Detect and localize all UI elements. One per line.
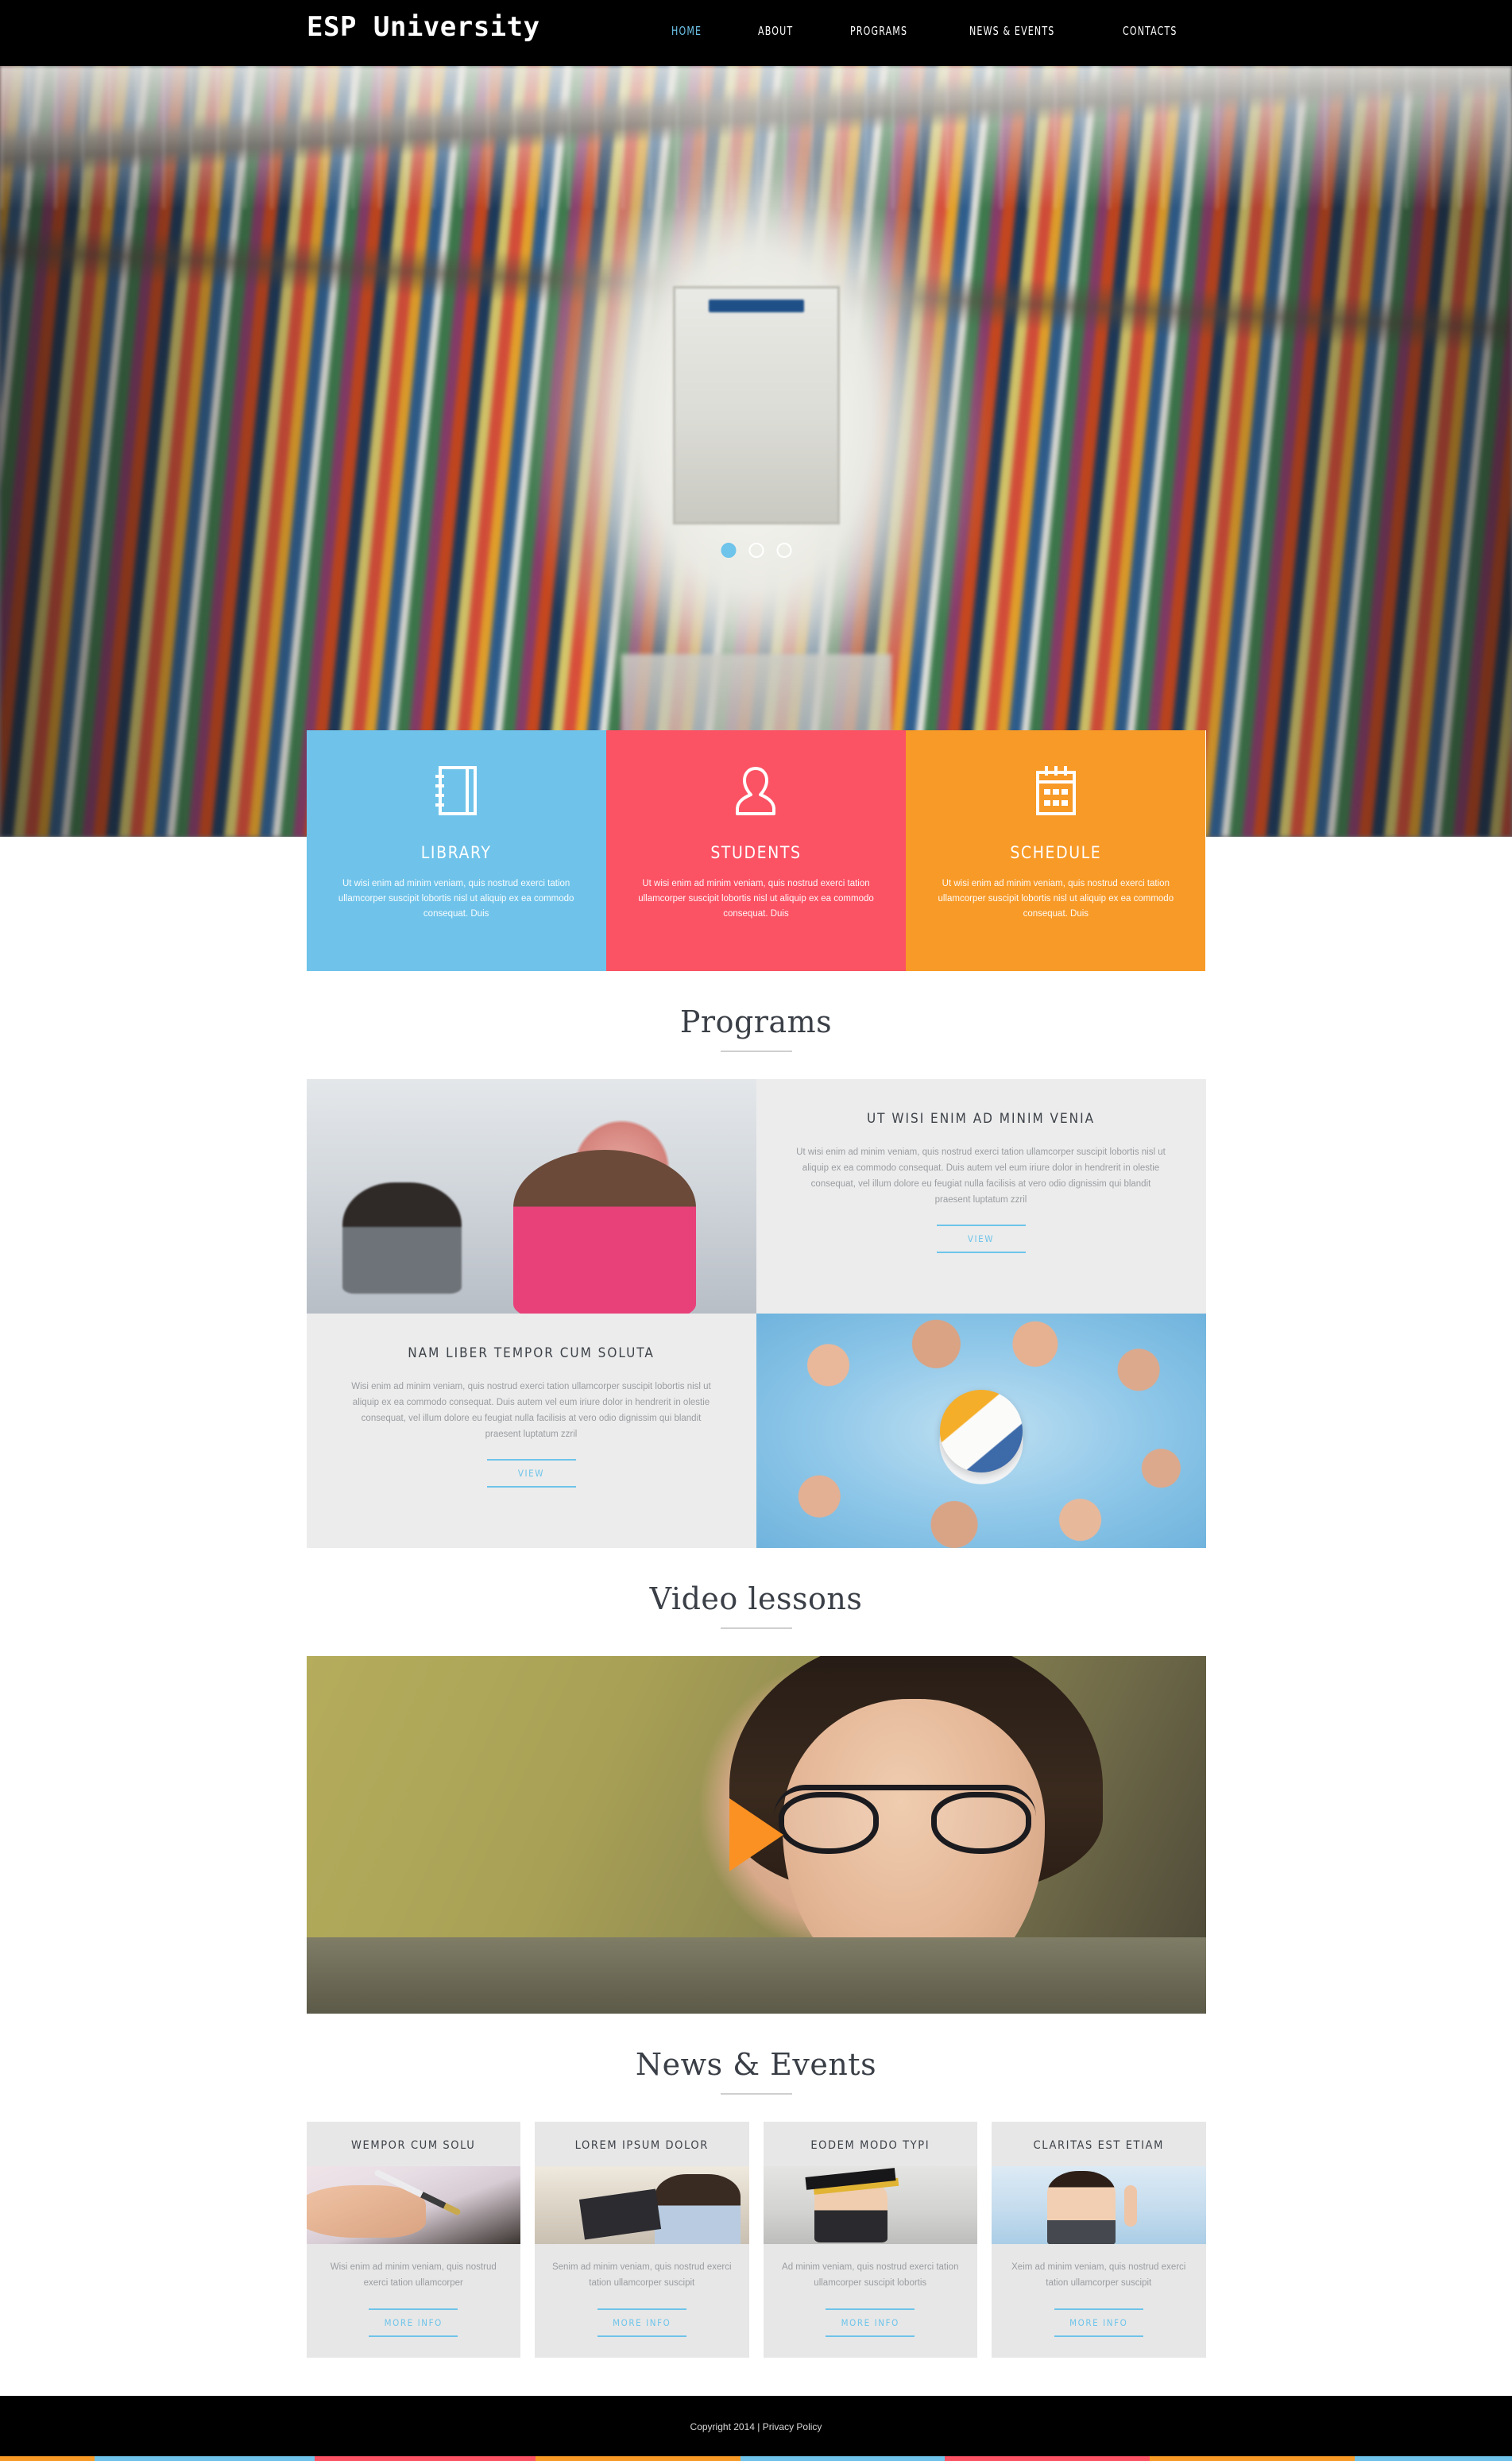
person-icon	[625, 759, 887, 822]
program-text-1: UT WISI ENIM AD MINIM VENIA Ut wisi enim…	[756, 1079, 1206, 1314]
strip-segment-blue	[740, 2456, 945, 2461]
news-more-info-button-1[interactable]: MORE INFO	[369, 2308, 458, 2338]
news-card-1[interactable]: WEMPOR CUM SOLU Wisi enim ad minim venia…	[306, 2122, 520, 2358]
news-cards: WEMPOR CUM SOLU Wisi enim ad minim venia…	[306, 2122, 1206, 2396]
calendar-icon	[925, 759, 1186, 822]
privacy-policy-link[interactable]: Privacy Policy	[763, 2421, 822, 2432]
program-view-button-1[interactable]: VIEW	[936, 1224, 1026, 1253]
news-title-4: CLARITAS EST ETIAM	[1033, 2139, 1164, 2152]
news-image-pointing-girl	[992, 2166, 1206, 2244]
nav-item-news-events[interactable]: NEWS & EVENTS	[969, 24, 1054, 38]
program-text-2: NAM LIBER TEMPOR CUM SOLUTA Wisi enim ad…	[306, 1314, 756, 1548]
feature-title-students: STUDENTS	[710, 843, 802, 862]
heading-rule	[720, 1627, 792, 1629]
programs-section-header: Programs	[306, 971, 1206, 1079]
program-image-volleyball-team	[756, 1314, 1206, 1548]
news-image-graduate-boy	[763, 2166, 977, 2244]
slider-pagination	[721, 543, 791, 558]
hero-slider[interactable]	[0, 66, 1512, 837]
news-image-hand-writing	[306, 2166, 520, 2244]
program-image-students-studying	[306, 1079, 756, 1314]
footer-separator: |	[757, 2421, 760, 2433]
strip-segment-orange	[0, 2456, 95, 2461]
heading-rule	[720, 1051, 792, 1052]
programs-heading: Programs	[679, 1004, 833, 1039]
program-view-button-2[interactable]: VIEW	[486, 1458, 576, 1488]
program-row-2: NAM LIBER TEMPOR CUM SOLUTA Wisi enim ad…	[306, 1314, 1206, 1548]
feature-title-library: LIBRARY	[420, 843, 492, 862]
nav-item-contacts[interactable]: CONTACTS	[1123, 24, 1178, 38]
feature-box-schedule[interactable]: SCHEDULE Ut wisi enim ad minim veniam, q…	[906, 730, 1206, 971]
program-title-1: UT WISI ENIM AD MINIM VENIA	[866, 1111, 1096, 1127]
news-title-3: EODEM MODO TYPI	[810, 2139, 930, 2152]
strip-segment-orange	[535, 2456, 741, 2461]
footer-copyright-line: Copyright 2014 | Privacy Policy	[0, 2421, 1512, 2432]
site-header: ESP University HOME ABOUT PROGRAMS NEWS …	[0, 0, 1512, 66]
strip-segment-blue	[94, 2456, 315, 2461]
news-image-meeting	[535, 2166, 749, 2244]
strip-segment-red	[945, 2456, 1150, 2461]
hero-ceiling-detail	[0, 66, 1512, 209]
news-more-info-button-2[interactable]: MORE INFO	[597, 2308, 686, 2338]
news-more-info-button-3[interactable]: MORE INFO	[826, 2308, 915, 2338]
nav-item-programs[interactable]: PROGRAMS	[850, 24, 907, 38]
feature-box-library[interactable]: LIBRARY Ut wisi enim ad minim veniam, qu…	[306, 730, 606, 971]
slider-dot-3[interactable]	[776, 543, 791, 558]
video-section-header: Video lessons	[306, 1548, 1206, 1656]
news-body-4: Xeim ad minim veniam, quis nostrud exerc…	[1011, 2262, 1186, 2288]
news-section-header: News & Events	[306, 2014, 1206, 2122]
feature-text-library: Ut wisi enim ad minim veniam, quis nostr…	[338, 879, 574, 919]
heading-rule	[720, 2093, 792, 2095]
play-icon[interactable]	[729, 1798, 783, 1871]
strip-segment-blue	[1354, 2456, 1512, 2461]
program-body-1: Ut wisi enim ad minim veniam, quis nostr…	[796, 1147, 1166, 1205]
strip-segment-orange	[1150, 2456, 1355, 2461]
video-subject-desk	[306, 1937, 1206, 2014]
feature-box-students[interactable]: STUDENTS Ut wisi enim ad minim veniam, q…	[605, 730, 907, 971]
news-heading: News & Events	[635, 2047, 877, 2082]
page-container: LIBRARY Ut wisi enim ad minim veniam, qu…	[306, 730, 1206, 2397]
feature-text-students: Ut wisi enim ad minim veniam, quis nostr…	[638, 879, 874, 919]
strip-segment-red	[315, 2456, 536, 2461]
feature-text-schedule: Ut wisi enim ad minim veniam, quis nostr…	[938, 879, 1174, 919]
copyright-text: Copyright 2014	[690, 2421, 755, 2433]
news-body-2: Senim ad minim veniam, quis nostrud exer…	[551, 2262, 732, 2288]
news-body-3: Ad minim veniam, quis nostrud exerci tat…	[782, 2262, 959, 2288]
site-footer: Copyright 2014 | Privacy Policy	[0, 2396, 1512, 2457]
news-title-2: LOREM IPSUM DOLOR	[574, 2139, 709, 2152]
news-more-info-button-4[interactable]: MORE INFO	[1054, 2308, 1143, 2338]
video-subject-glasses	[774, 1785, 1037, 1854]
feature-boxes: LIBRARY Ut wisi enim ad minim veniam, qu…	[306, 730, 1206, 971]
news-title-1: WEMPOR CUM SOLU	[351, 2139, 476, 2152]
nav-item-about[interactable]: ABOUT	[758, 24, 793, 38]
news-card-3[interactable]: EODEM MODO TYPI Ad minim veniam, quis no…	[763, 2122, 977, 2358]
news-card-2[interactable]: LOREM IPSUM DOLOR Senim ad minim veniam,…	[535, 2122, 749, 2358]
program-title-2: NAM LIBER TEMPOR CUM SOLUTA	[408, 1345, 655, 1361]
video-player[interactable]	[306, 1656, 1206, 2014]
news-card-4[interactable]: CLARITAS EST ETIAM Xeim ad minim veniam,…	[992, 2122, 1206, 2358]
main-navigation: HOME ABOUT PROGRAMS NEWS & EVENTS CONTAC…	[671, 24, 1189, 38]
slider-dot-2[interactable]	[748, 543, 764, 558]
footer-color-strip	[0, 2456, 1512, 2461]
site-logo[interactable]: ESP University	[307, 11, 540, 43]
video-heading: Video lessons	[649, 1581, 863, 1616]
hero-door-detail	[672, 285, 840, 524]
notebook-icon	[326, 759, 587, 822]
program-body-2: Wisi enim ad minim veniam, quis nostrud …	[351, 1382, 711, 1440]
feature-title-schedule: SCHEDULE	[1010, 843, 1102, 862]
news-body-1: Wisi enim ad minim veniam, quis nostrud …	[330, 2262, 497, 2288]
slider-dot-1[interactable]	[721, 543, 736, 558]
nav-item-home[interactable]: HOME	[671, 24, 702, 38]
program-row-1: UT WISI ENIM AD MINIM VENIA Ut wisi enim…	[306, 1079, 1206, 1314]
